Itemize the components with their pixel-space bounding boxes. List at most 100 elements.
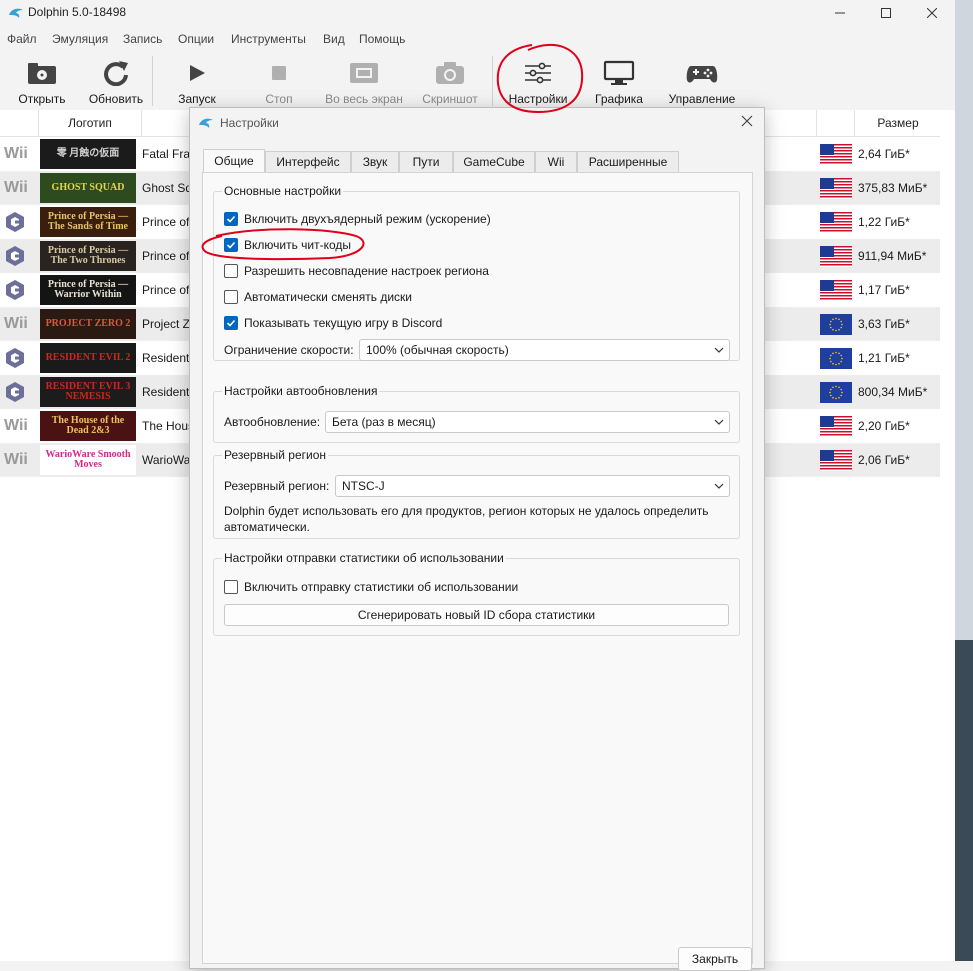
- maximize-button[interactable]: [863, 0, 909, 26]
- screenshot-button[interactable]: Скриншот: [416, 56, 484, 110]
- usage-stats-group: Настройки отправки статистики об использ…: [213, 551, 740, 636]
- generate-stats-id-button[interactable]: Сгенерировать новый ID сбора статистики: [224, 604, 729, 626]
- gamecube-platform-icon: [4, 381, 32, 403]
- game-cover-logo: PROJECT ZERO 2: [40, 309, 136, 339]
- dual-core-checkbox[interactable]: Включить двухъядерный режим (ускорение): [224, 211, 491, 227]
- close-button[interactable]: Закрыть: [678, 947, 752, 971]
- game-title: Ghost Sq: [142, 181, 193, 195]
- fullscreen-button[interactable]: Во весь экран: [322, 56, 406, 110]
- game-size: 2,06 ГиБ*: [858, 453, 910, 467]
- menu-options[interactable]: Опции: [178, 32, 214, 46]
- auto-update-value: Бета (раз в месяц): [332, 415, 436, 429]
- dialog-close-button[interactable]: [740, 115, 754, 129]
- checkbox-unchecked: [224, 290, 238, 304]
- game-title: Prince of: [142, 249, 190, 263]
- wii-platform-icon: Wii: [4, 315, 28, 332]
- menu-help[interactable]: Помощь: [359, 32, 405, 46]
- auto-disc-change-label: Автоматически сменять диски: [244, 290, 413, 304]
- speed-limit-value: 100% (обычная скорость): [366, 343, 509, 357]
- auto-update-label: Автообновление:: [224, 415, 321, 429]
- wii-platform-icon: Wii: [4, 179, 28, 196]
- refresh-icon: [104, 61, 128, 86]
- tab-paths[interactable]: Пути: [399, 151, 453, 172]
- stop-button[interactable]: Стоп: [248, 56, 310, 110]
- game-size: 375,83 МиБ*: [858, 181, 928, 195]
- dolphin-icon: [199, 118, 213, 128]
- close-window-button[interactable]: [909, 0, 955, 26]
- usa-flag-icon: [820, 416, 852, 437]
- game-size: 800,34 МиБ*: [858, 385, 928, 399]
- chevron-down-icon: [714, 419, 724, 425]
- title-bar: Dolphin 5.0-18498: [0, 0, 955, 26]
- tab-general[interactable]: Общие: [203, 149, 265, 172]
- menu-emulation[interactable]: Эмуляция: [52, 32, 108, 46]
- game-size: 1,21 ГиБ*: [858, 351, 910, 365]
- wii-platform-icon: Wii: [4, 451, 28, 468]
- controllers-button[interactable]: Управление: [664, 56, 740, 110]
- gamecube-platform-icon: [4, 211, 32, 233]
- region-mismatch-checkbox[interactable]: Разрешить несовпадение настроек региона: [224, 263, 489, 279]
- game-cover-logo: 零 月蝕の仮面: [40, 139, 136, 169]
- auto-update-select[interactable]: Бета (раз в месяц): [325, 411, 730, 433]
- eu-flag-icon: [820, 348, 852, 369]
- game-size: 2,20 ГиБ*: [858, 419, 910, 433]
- tab-gamecube[interactable]: GameCube: [453, 151, 535, 172]
- gamecube-platform-icon: [4, 245, 32, 267]
- menu-file[interactable]: Файл: [7, 32, 37, 46]
- cheats-checkbox[interactable]: Включить чит-коды: [224, 237, 351, 253]
- tab-audio[interactable]: Звук: [351, 151, 399, 172]
- graphics-button[interactable]: Графика: [588, 56, 650, 110]
- game-cover-logo: The House of the Dead 2&3: [40, 411, 136, 441]
- game-cover-logo: Prince of Persia — The Two Thrones: [40, 241, 136, 271]
- close-icon: [741, 115, 753, 127]
- gamecube-platform-icon: [4, 279, 32, 301]
- discord-presence-checkbox[interactable]: Показывать текущую игру в Discord: [224, 315, 442, 331]
- eu-flag-icon: [820, 382, 852, 403]
- column-header-size[interactable]: Размер: [854, 110, 941, 136]
- fallback-region-label: Резервный регион:: [224, 479, 330, 493]
- tab-wii[interactable]: Wii: [535, 151, 577, 172]
- menu-bar: Файл Эмуляция Запись Опции Инструменты В…: [0, 26, 955, 52]
- camera-icon: [436, 62, 464, 84]
- column-header-region[interactable]: [816, 110, 855, 136]
- checkbox-checked: [224, 212, 238, 226]
- discord-presence-label: Показывать текущую игру в Discord: [244, 316, 443, 330]
- check-icon: [226, 215, 236, 223]
- eu-flag-icon: [820, 314, 852, 335]
- minimize-button[interactable]: [817, 0, 863, 26]
- tab-interface[interactable]: Интерфейс: [265, 151, 351, 172]
- game-size: 2,64 ГиБ*: [858, 147, 910, 161]
- config-label: Настройки: [508, 92, 568, 106]
- game-title: The Hous: [142, 419, 195, 433]
- toolbar-separator: [152, 56, 153, 106]
- game-size: 3,63 ГиБ*: [858, 317, 910, 331]
- config-button[interactable]: Настройки: [504, 56, 572, 110]
- game-cover-logo: RESIDENT EVIL 3 NEMESIS: [40, 377, 136, 407]
- toolbar: Открыть Обновить Запуск Стоп Во весь экр…: [0, 52, 955, 111]
- menu-tools[interactable]: Инструменты: [231, 32, 306, 46]
- fallback-region-select[interactable]: NTSC-J: [335, 475, 730, 497]
- toolbar-separator: [492, 56, 493, 106]
- tab-advanced[interactable]: Расширенные: [577, 151, 679, 172]
- menu-view[interactable]: Вид: [323, 32, 345, 46]
- open-button[interactable]: Открыть: [10, 56, 74, 110]
- refresh-button[interactable]: Обновить: [84, 56, 148, 110]
- play-label: Запуск: [178, 92, 216, 106]
- column-header-logo[interactable]: Логотип: [38, 110, 142, 136]
- open-label: Открыть: [18, 92, 66, 106]
- play-button[interactable]: Запуск: [166, 56, 228, 110]
- usa-flag-icon: [820, 246, 852, 267]
- cheats-label: Включить чит-коды: [244, 238, 352, 252]
- usa-flag-icon: [820, 280, 852, 301]
- menu-movie[interactable]: Запись: [123, 32, 162, 46]
- auto-disc-change-checkbox[interactable]: Автоматически сменять диски: [224, 289, 412, 305]
- fallback-region-group: Резервный регион Резервный регион: NTSC-…: [213, 448, 740, 539]
- dual-core-label: Включить двухъядерный режим (ускорение): [244, 212, 491, 226]
- speed-limit-select[interactable]: 100% (обычная скорость): [359, 339, 730, 361]
- auto-update-group: Настройки автообновления Автообновление:…: [213, 384, 740, 443]
- usage-stats-checkbox[interactable]: Включить отправку статистики об использо…: [224, 579, 518, 595]
- settings-dialog: Настройки Общие Интерфейс Звук Пути Game…: [189, 107, 765, 971]
- usa-flag-icon: [820, 450, 852, 471]
- open-disc-icon: [28, 63, 56, 84]
- basic-settings-group: Основные настройки Включить двухъядерный…: [213, 184, 740, 361]
